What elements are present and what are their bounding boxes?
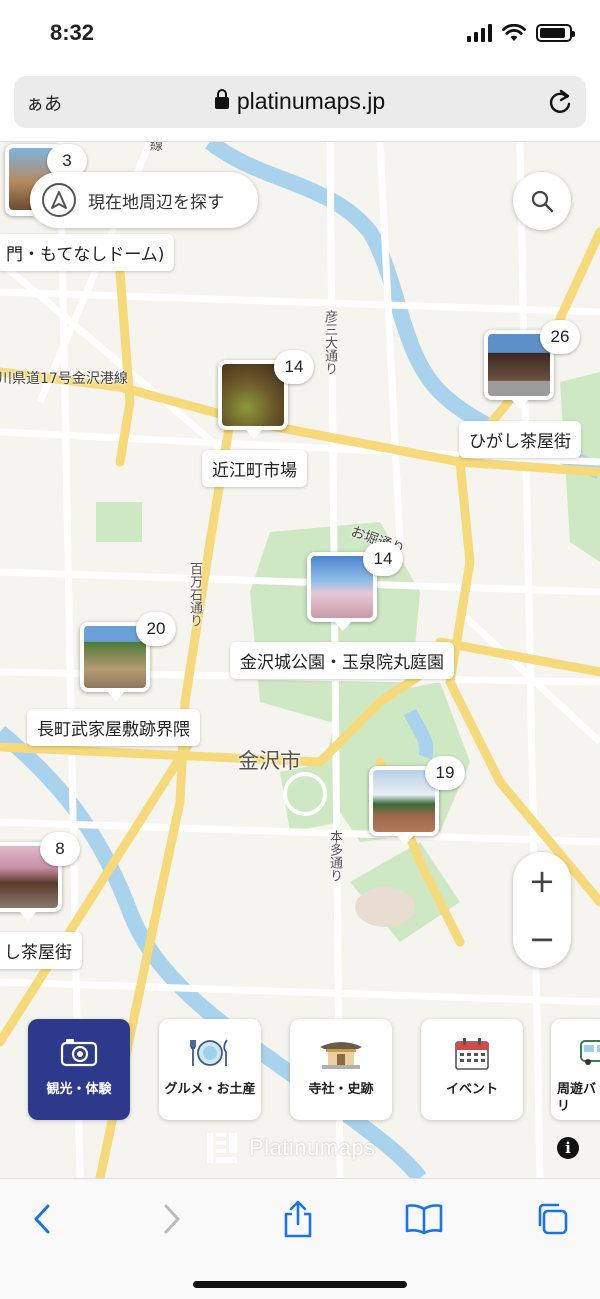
platinumaps-logo-icon xyxy=(207,1133,237,1163)
address-bar[interactable]: ぁあ platinumaps.jp xyxy=(14,76,586,128)
status-icons xyxy=(467,24,575,42)
book-icon xyxy=(405,1204,443,1235)
lock-icon xyxy=(214,89,229,109)
spot-pin[interactable]: 14 xyxy=(307,542,403,631)
category-label: イベント xyxy=(445,1082,498,1097)
category-label: 周遊バ リ xyxy=(557,1082,597,1114)
map-view[interactable]: 線 百万石通り 本多通り 彦三大通り お堀通り 川県道17号金沢港線 金沢市 3… xyxy=(0,142,600,1178)
share-icon xyxy=(284,1200,312,1238)
zoom-out-button[interactable]: − xyxy=(513,910,571,968)
category-label: グルメ・お土産 xyxy=(164,1082,256,1097)
category-gourmet[interactable]: グルメ・お土産 xyxy=(159,1019,261,1120)
spot-label[interactable]: 門・もてなしドーム) xyxy=(0,234,175,271)
road-label: 川県道17号金沢港線 xyxy=(0,371,128,387)
tabs-icon xyxy=(538,1203,568,1235)
location-arrow-icon xyxy=(42,183,76,217)
search-nearby-label: 現在地周辺を探す xyxy=(88,192,224,213)
spot-count-badge: 26 xyxy=(540,320,580,354)
city-label: 金沢市 xyxy=(238,749,301,773)
forward-button[interactable] xyxy=(150,1199,194,1239)
category-sightseeing[interactable]: 観光・体験 xyxy=(28,1019,130,1120)
bus-icon xyxy=(551,1037,600,1071)
zoom-controls: + − xyxy=(513,852,571,968)
spot-label[interactable]: 長町武家屋敷跡界隈 xyxy=(27,709,200,746)
reload-icon[interactable] xyxy=(546,88,574,116)
spot-pin[interactable]: 26 xyxy=(484,320,580,409)
zoom-in-button[interactable]: + xyxy=(513,852,571,910)
search-icon xyxy=(531,190,554,213)
chevron-right-icon xyxy=(164,1204,180,1234)
info-icon[interactable]: i xyxy=(557,1137,579,1159)
bookmarks-button[interactable] xyxy=(402,1199,446,1239)
category-events[interactable]: イベント xyxy=(421,1019,523,1120)
search-nearby-button[interactable]: 現在地周辺を探す xyxy=(30,172,258,228)
spot-pin[interactable]: 19 xyxy=(369,756,465,845)
spot-label[interactable]: ひがし茶屋街 xyxy=(459,421,581,458)
category-temples[interactable]: 寺社・史跡 xyxy=(290,1019,392,1120)
road-label: 彦三大通り xyxy=(322,310,337,375)
category-tour[interactable]: 周遊バ リ xyxy=(551,1019,600,1120)
dining-icon xyxy=(159,1037,261,1071)
road-label: 線 xyxy=(147,142,162,151)
cellular-signal-icon xyxy=(467,24,492,42)
tabs-button[interactable] xyxy=(530,1199,574,1239)
calendar-icon xyxy=(421,1037,523,1071)
camera-icon xyxy=(28,1037,130,1071)
category-label: 観光・体験 xyxy=(46,1082,112,1097)
status-time: 8:32 xyxy=(50,20,95,45)
spot-count-badge: 19 xyxy=(425,756,465,790)
spot-count-badge: 8 xyxy=(40,832,80,866)
status-bar: 8:32 xyxy=(0,0,600,72)
spot-pin[interactable]: 14 xyxy=(218,350,314,439)
shrine-icon xyxy=(290,1037,392,1071)
spot-pin[interactable]: 20 xyxy=(80,612,176,701)
spot-count-badge: 20 xyxy=(136,612,176,646)
road-label: 百万石通り xyxy=(187,562,202,627)
spot-count-badge: 14 xyxy=(274,350,314,384)
road-label: 本多通り xyxy=(327,830,342,882)
category-label: 寺社・史跡 xyxy=(308,1082,374,1097)
share-button[interactable] xyxy=(276,1199,320,1239)
wifi-icon xyxy=(502,24,526,41)
url-display[interactable]: platinumaps.jp xyxy=(14,88,586,115)
browser-toolbar xyxy=(0,1178,600,1299)
spot-label[interactable]: 近江町市場 xyxy=(202,450,307,487)
spot-label[interactable]: 金沢城公園・玉泉院丸庭園 xyxy=(230,642,454,679)
brand-name: Platinumaps xyxy=(249,1135,376,1160)
map-search-button[interactable] xyxy=(513,172,571,230)
chevron-left-icon xyxy=(34,1204,50,1234)
spot-count-badge: 14 xyxy=(363,542,403,576)
home-indicator xyxy=(193,1281,407,1288)
spot-label[interactable]: し茶屋街 xyxy=(0,932,82,969)
spot-pin[interactable]: 8 xyxy=(0,832,80,921)
browser-address-area: ぁあ platinumaps.jp xyxy=(0,72,600,142)
brand-logo: Platinumaps xyxy=(205,1130,376,1166)
back-button[interactable] xyxy=(20,1199,64,1239)
url-text: platinumaps.jp xyxy=(236,88,386,114)
battery-icon xyxy=(536,24,575,42)
